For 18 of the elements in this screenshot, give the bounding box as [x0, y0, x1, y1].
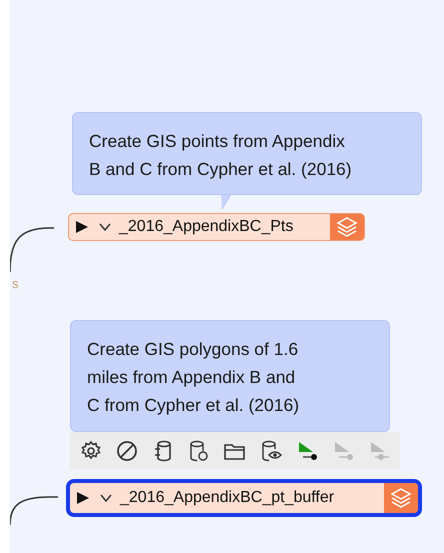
transformer-node[interactable]: _2016_AppendixBC_pt_buffer	[66, 479, 422, 517]
annotation-text: Create GIS polygons of 1.6 miles from Appendix B and C from Cypher et al. (2016)	[87, 338, 300, 417]
port-label: s	[12, 276, 18, 291]
chevron-icon[interactable]	[99, 222, 111, 232]
input-port-icon[interactable]	[75, 220, 89, 234]
layers-icon[interactable]	[336, 217, 358, 237]
node-label: _2016_AppendixBC_pt_buffer	[120, 489, 336, 507]
layers-icon[interactable]	[390, 488, 412, 508]
input-port-icon[interactable]	[76, 491, 90, 505]
connector-line	[10, 496, 58, 526]
annotation-text: Create GIS points from Appendix B and C from Cypher et al. (2016)	[89, 130, 353, 181]
chevron-icon[interactable]	[100, 493, 112, 503]
connector-line	[10, 227, 54, 272]
transformer-node[interactable]: _2016_AppendixBC_Pts	[68, 213, 365, 241]
prohibited-icon	[115, 439, 139, 463]
node-label: _2016_AppendixBC_Pts	[119, 218, 294, 236]
annotation-note[interactable]: Create GIS points from Appendix B and C from Cypher et al. (2016)	[72, 112, 422, 195]
annotation-note[interactable]: Create GIS polygons of 1.6 miles from Appendix B and C from Cypher et al. (2016)	[70, 320, 390, 432]
